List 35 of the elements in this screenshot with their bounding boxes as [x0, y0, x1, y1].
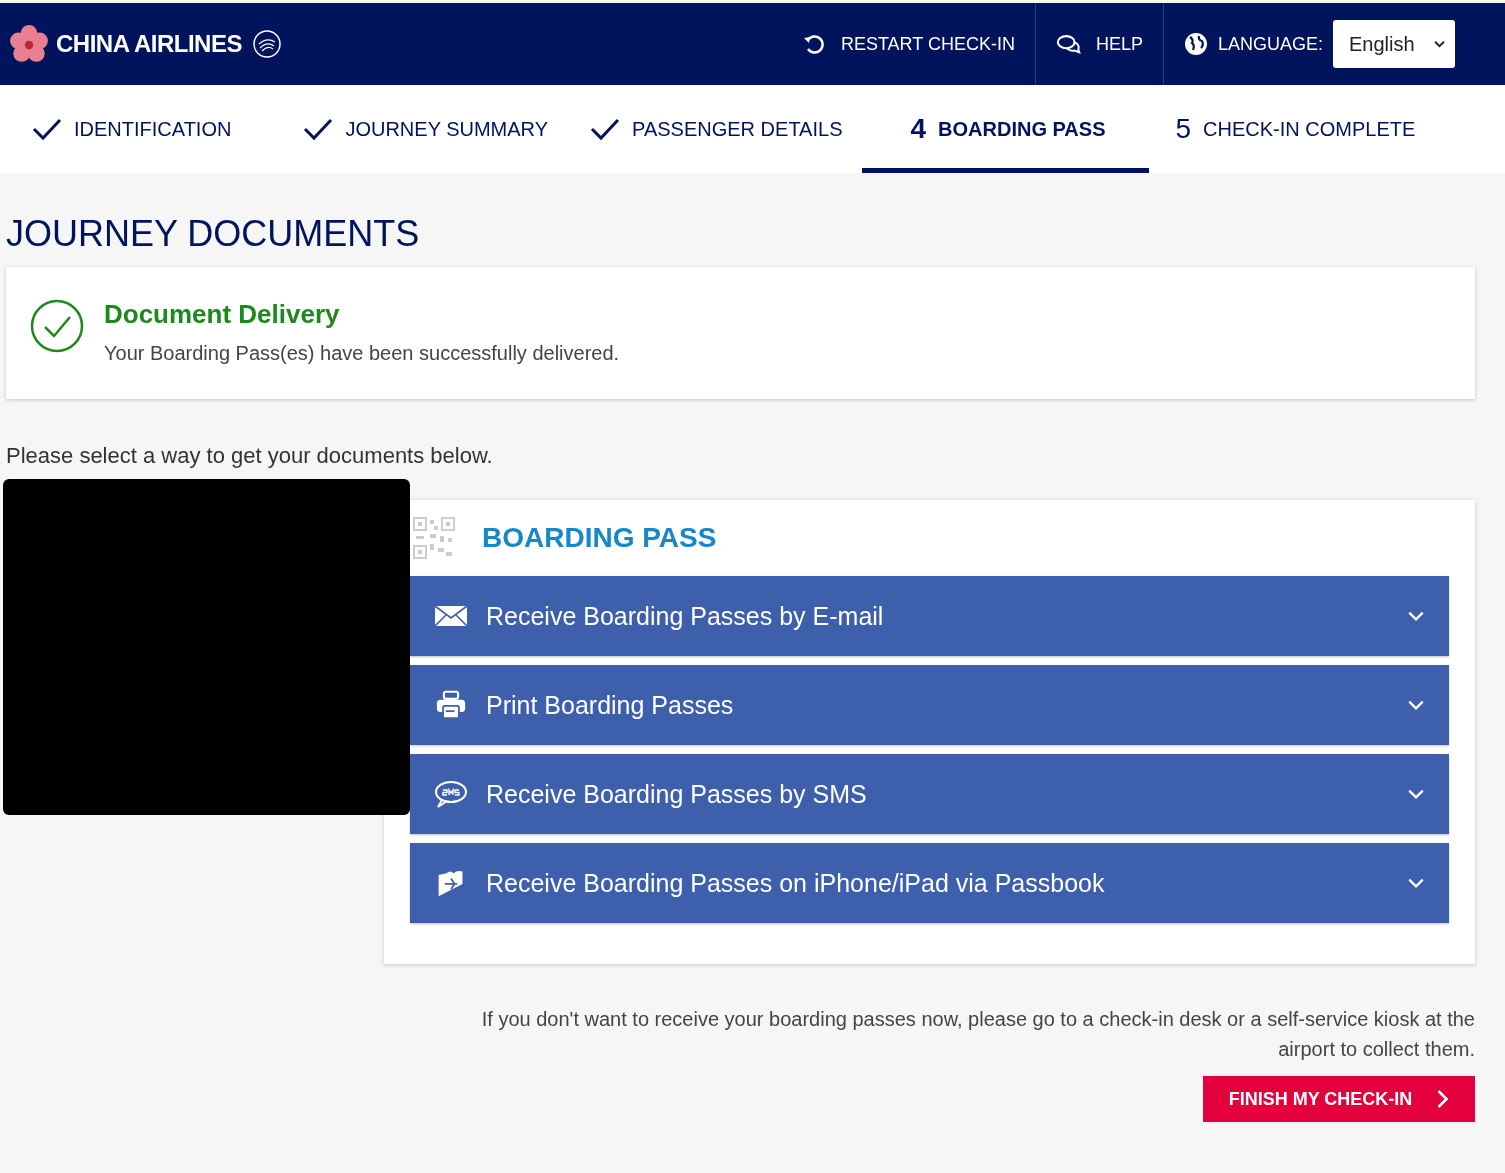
progress-step[interactable]: PASSENGER DETAILS: [590, 85, 843, 173]
progress-step[interactable]: IDENTIFICATION: [32, 85, 232, 173]
chevron-icon: [1407, 699, 1425, 711]
checkmark-icon: [32, 117, 62, 141]
language-select[interactable]: English: [1333, 20, 1455, 68]
progress-step[interactable]: 4 BOARDING PASS: [862, 85, 1150, 173]
instruction-text: Please select a way to get your documents below.: [6, 443, 494, 469]
checkmark-icon: [590, 117, 621, 141]
checkmark-icon: [303, 117, 334, 141]
accordion-row[interactable]: Print Boarding Passes: [410, 665, 1449, 745]
swirl-emblem-icon: [251, 29, 282, 59]
chevron-right-icon: [1436, 1089, 1450, 1109]
caret-icon: [1434, 40, 1445, 48]
printer-icon: [434, 690, 468, 720]
sms-bubble-icon: [434, 779, 468, 809]
chevron-icon: [1407, 877, 1425, 889]
brand-name: CHINA AIRLINES: [56, 30, 242, 58]
chevron-icon: [1407, 610, 1425, 622]
qr-code-icon: [412, 516, 456, 560]
footer-note: If you don't want to receive your boarding passes now, please go to a check-in desk or a self-service kiosk at the airport to collect them.: [480, 1007, 1475, 1062]
success-check-icon: [30, 299, 84, 353]
chat-bubbles-icon: [1055, 32, 1082, 56]
notice-message: Your Boarding Pass(es) have been successfully delivered.: [104, 342, 620, 365]
chevron-icon: [1407, 788, 1425, 800]
finish-check-in-button[interactable]: FINISH MY CHECK-IN: [1203, 1076, 1475, 1122]
page-title: JOURNEY DOCUMENTS: [6, 213, 421, 255]
accordion-row[interactable]: Receive Boarding Passes by SMS: [410, 754, 1449, 834]
accordion-row[interactable]: Receive Boarding Passes by E-mail: [410, 576, 1449, 656]
section-title: BOARDING PASS: [482, 522, 717, 554]
accordion-row[interactable]: Receive Boarding Passes on iPhone/iPad via Passbook: [410, 843, 1449, 923]
progress-step[interactable]: 5 CHECK-IN COMPLETE: [1175, 85, 1416, 173]
language-label: LANGUAGE:: [1217, 33, 1323, 55]
notice-title: Document Delivery: [104, 299, 341, 330]
progress-step[interactable]: JOURNEY SUMMARY: [303, 85, 549, 173]
globe-icon: [1183, 32, 1208, 56]
